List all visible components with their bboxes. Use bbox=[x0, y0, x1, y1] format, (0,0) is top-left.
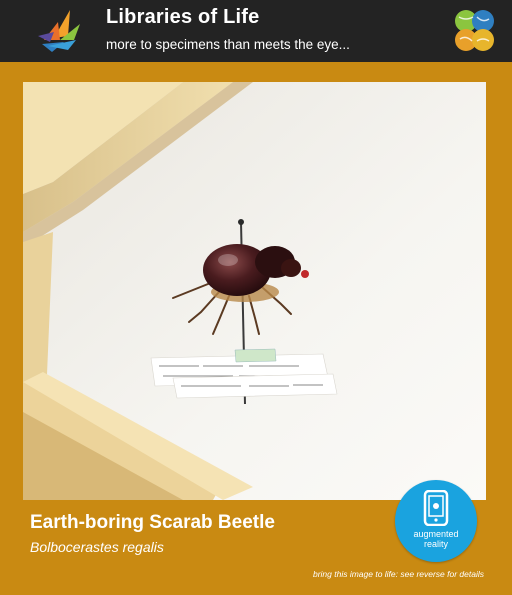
ar-label-line2: reality bbox=[423, 539, 448, 549]
libraries-of-life-logo-icon bbox=[38, 10, 80, 52]
specimen-photo bbox=[23, 82, 486, 500]
smartphone-icon bbox=[423, 490, 449, 526]
specimen-common-name: Earth-boring Scarab Beetle bbox=[30, 512, 275, 533]
augmented-reality-badge[interactable]: augmented reality bbox=[395, 480, 477, 562]
specimen-photo-illustration bbox=[23, 82, 486, 500]
specimen-scientific-name: Bolbocerastes regalis bbox=[30, 539, 164, 555]
app-subtitle: more to specimens than meets the eye... bbox=[106, 37, 350, 52]
ar-label-line1: augmented bbox=[413, 529, 459, 539]
augmented-reality-label: augmented reality bbox=[395, 529, 477, 549]
four-leaf-circles-icon bbox=[455, 10, 494, 51]
footer-note: bring this image to life: see reverse fo… bbox=[312, 569, 484, 579]
app-title: Libraries of Life bbox=[106, 6, 260, 28]
header-bar: Libraries of Life more to specimens than… bbox=[0, 0, 512, 62]
